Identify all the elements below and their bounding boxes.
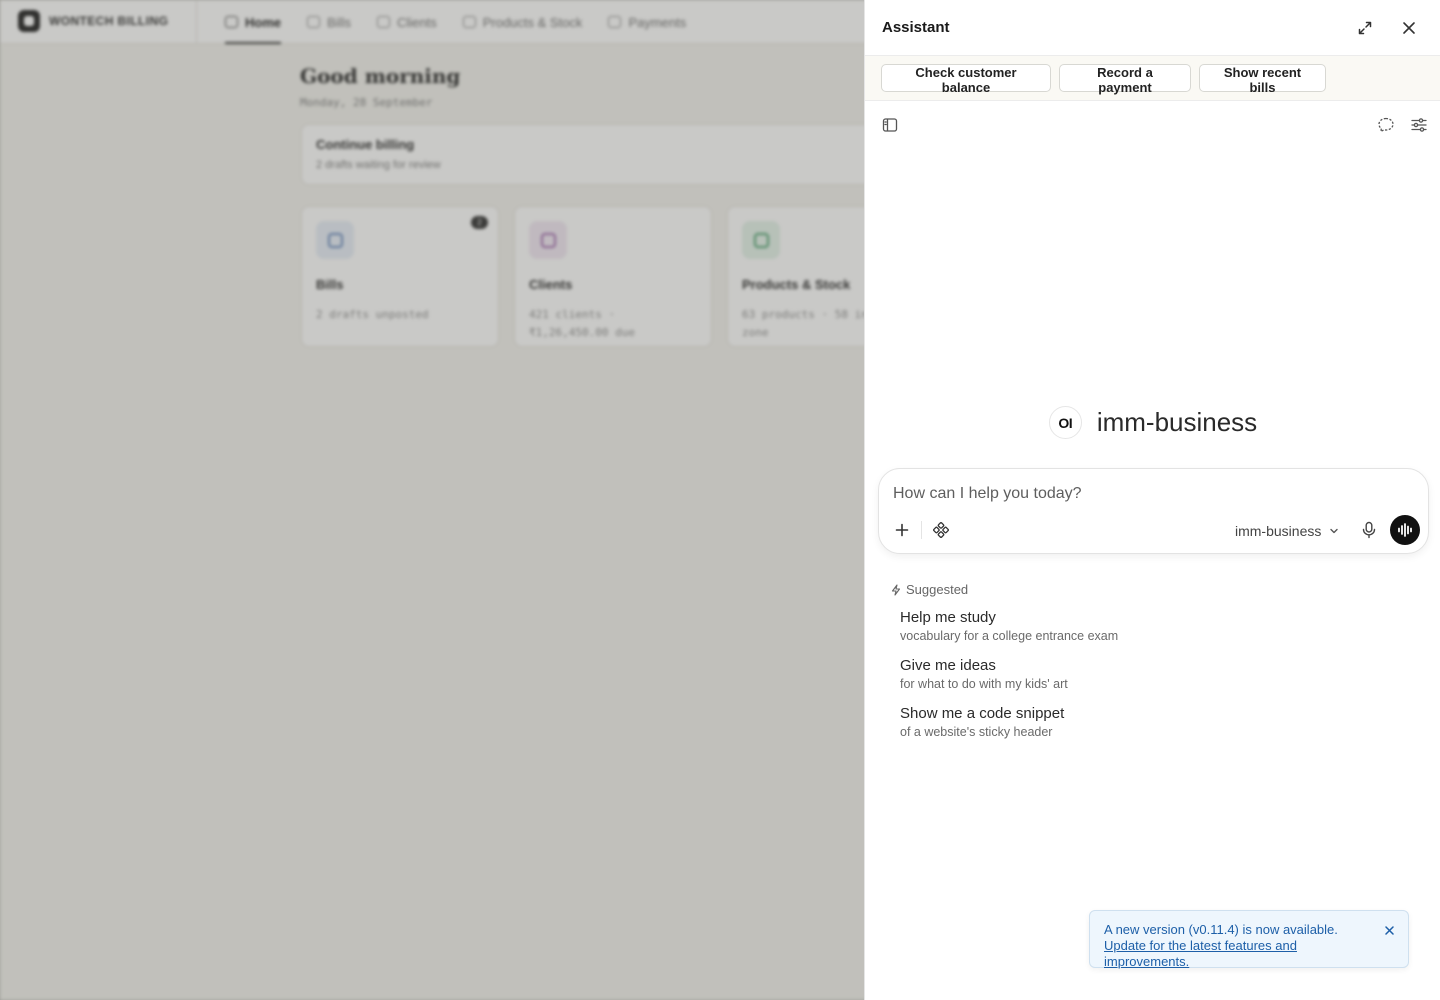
update-toast: A new version (v0.11.4) is now available…	[1089, 910, 1409, 969]
close-icon	[1403, 22, 1415, 34]
temporary-chat-button[interactable]	[1376, 115, 1396, 135]
suggestion-subtitle: for what to do with my kids' art	[900, 677, 1068, 691]
panel-title: Assistant	[882, 19, 950, 36]
suggested-label: Suggested	[906, 582, 969, 597]
chat-settings-button[interactable]	[1409, 115, 1429, 135]
update-link[interactable]: Update for the latest features and impro…	[1104, 938, 1297, 969]
suggestion-title: Help me study	[900, 609, 996, 626]
suggestion-item[interactable]: Give me ideas for what to do with my kid…	[900, 657, 1300, 691]
modal-overlay[interactable]	[0, 0, 864, 1000]
message-composer: imm-business	[878, 468, 1429, 554]
model-logo: OI	[1048, 406, 1082, 439]
model-name: imm-business	[1096, 407, 1258, 437]
plus-icon	[895, 523, 909, 537]
check-customer-balance-button[interactable]: Check customer balance	[881, 64, 1051, 95]
close-icon	[1384, 925, 1394, 935]
sidebar-icon	[882, 118, 898, 132]
integrations-icon	[933, 522, 949, 538]
composer-divider	[921, 521, 922, 539]
expand-button[interactable]	[1353, 16, 1377, 40]
model-selector[interactable]: imm-business	[1235, 521, 1339, 541]
message-input[interactable]	[893, 483, 1393, 505]
voice-mode-button[interactable]	[1390, 515, 1420, 545]
chevron-down-icon	[1330, 528, 1339, 534]
model-header: OI imm-business	[865, 406, 1440, 439]
toast-close-button[interactable]	[1382, 923, 1396, 937]
lightning-icon	[891, 583, 901, 596]
model-selector-label: imm-business	[1235, 523, 1322, 539]
sidebar-toggle-button[interactable]	[880, 115, 900, 135]
suggestion-item[interactable]: Help me study vocabulary for a college e…	[900, 609, 1300, 643]
tools-button[interactable]	[929, 518, 953, 542]
add-attachment-button[interactable]	[890, 518, 914, 542]
assistant-panel: Assistant Check customer balance Record …	[864, 0, 1440, 1000]
suggestion-subtitle: vocabulary for a college entrance exam	[900, 629, 1119, 643]
voice-wave-icon	[1398, 523, 1412, 537]
quick-actions-bar: Check customer balance Record a payment …	[865, 56, 1440, 101]
update-toast-text: A new version (v0.11.4) is now available…	[1104, 922, 1338, 937]
suggestion-title: Give me ideas	[900, 657, 996, 674]
suggestion-subtitle: of a website's sticky header	[900, 725, 1053, 739]
record-payment-button[interactable]: Record a payment	[1059, 64, 1191, 95]
suggested-heading: Suggested	[890, 582, 968, 597]
suggestion-item[interactable]: Show me a code snippet of a website's st…	[900, 705, 1300, 739]
suggestion-title: Show me a code snippet	[900, 705, 1065, 722]
panel-header: Assistant	[865, 0, 1440, 56]
sliders-icon	[1411, 118, 1427, 132]
chat-bubble-icon	[1378, 117, 1394, 133]
close-button[interactable]	[1397, 16, 1421, 40]
microphone-icon	[1362, 521, 1376, 539]
show-recent-bills-button[interactable]: Show recent bills	[1199, 64, 1326, 95]
dictate-button[interactable]	[1357, 518, 1381, 542]
expand-icon	[1358, 21, 1372, 35]
